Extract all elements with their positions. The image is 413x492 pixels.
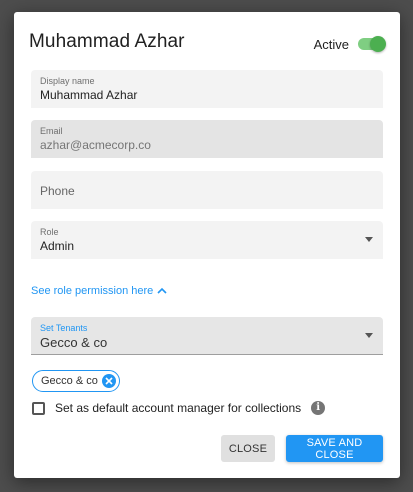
edit-user-dialog: Muhammad Azhar Active Display name Muham… xyxy=(14,12,400,478)
remove-chip-icon[interactable] xyxy=(101,374,116,388)
email-label: Email xyxy=(40,126,63,136)
default-manager-row: Set as default account manager for colle… xyxy=(32,401,326,415)
role-select[interactable]: Role Admin xyxy=(31,221,383,259)
phone-field[interactable]: Phone xyxy=(31,171,383,209)
default-manager-label[interactable]: Set as default account manager for colle… xyxy=(55,401,301,415)
toggle-thumb xyxy=(370,36,386,52)
tenant-chip: Gecco & co xyxy=(32,370,120,392)
chevron-up-icon xyxy=(157,287,167,294)
close-button[interactable]: CLOSE xyxy=(221,435,275,462)
phone-placeholder: Phone xyxy=(40,184,75,198)
display-name-label: Display name xyxy=(40,76,95,86)
dialog-title: Muhammad Azhar xyxy=(29,31,185,52)
role-permission-link-text: See role permission here xyxy=(31,285,154,297)
tenant-chip-label: Gecco & co xyxy=(41,375,98,387)
tenants-label: Set Tenants xyxy=(40,323,88,333)
role-label: Role xyxy=(40,227,59,237)
default-manager-checkbox[interactable] xyxy=(32,401,45,415)
display-name-field[interactable]: Display name Muhammad Azhar xyxy=(31,70,383,108)
role-value: Admin xyxy=(40,239,75,253)
role-permission-link[interactable]: See role permission here xyxy=(31,285,167,297)
save-and-close-button[interactable]: SAVE AND CLOSE xyxy=(286,435,383,462)
info-icon[interactable]: i xyxy=(311,401,326,415)
status-label: Active xyxy=(313,36,349,52)
chevron-down-icon xyxy=(365,333,373,338)
status-toggle-group: Active xyxy=(313,36,386,52)
display-name-value: Muhammad Azhar xyxy=(40,88,138,102)
chevron-down-icon xyxy=(365,237,373,242)
tenants-value: Gecco & co xyxy=(40,335,108,350)
email-field: Email azhar@acmecorp.co xyxy=(31,120,383,158)
active-toggle[interactable] xyxy=(358,36,386,52)
tenants-select[interactable]: Set Tenants Gecco & co xyxy=(31,317,383,355)
email-value: azhar@acmecorp.co xyxy=(40,138,151,152)
